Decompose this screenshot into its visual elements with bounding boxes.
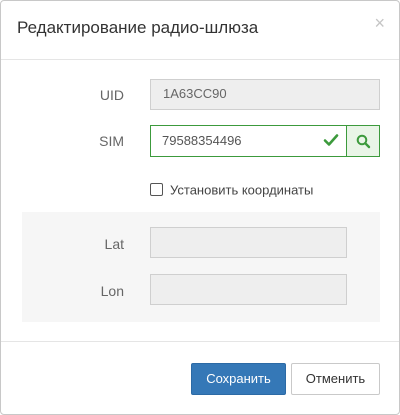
search-icon xyxy=(356,134,371,149)
sim-search-button[interactable] xyxy=(346,125,380,157)
lon-field[interactable] xyxy=(150,274,347,305)
check-icon xyxy=(323,134,339,146)
sim-label: SIM xyxy=(99,133,124,149)
set-coordinates-label: Установить координаты xyxy=(170,182,314,198)
cancel-button[interactable]: Отменить xyxy=(291,363,380,395)
uid-label: UID xyxy=(99,87,124,103)
set-coordinates-checkbox[interactable] xyxy=(150,183,163,197)
lon-label: Lon xyxy=(100,283,124,299)
dialog-title: Редактирование радио-шлюза xyxy=(17,18,259,37)
uid-field[interactable]: 1A63CC90 xyxy=(150,79,380,110)
close-icon[interactable]: × xyxy=(374,14,385,32)
save-button[interactable]: Сохранить xyxy=(191,363,286,395)
edit-gateway-dialog: Редактирование радио-шлюза × UID 1A63CC9… xyxy=(0,0,400,415)
lat-field[interactable] xyxy=(150,227,347,258)
sim-field[interactable]: 79588354496 xyxy=(150,125,347,157)
dialog-header: Редактирование радио-шлюза × xyxy=(1,1,399,60)
set-coordinates-option[interactable]: Установить координаты xyxy=(150,181,313,199)
lat-label: Lat xyxy=(104,236,124,252)
